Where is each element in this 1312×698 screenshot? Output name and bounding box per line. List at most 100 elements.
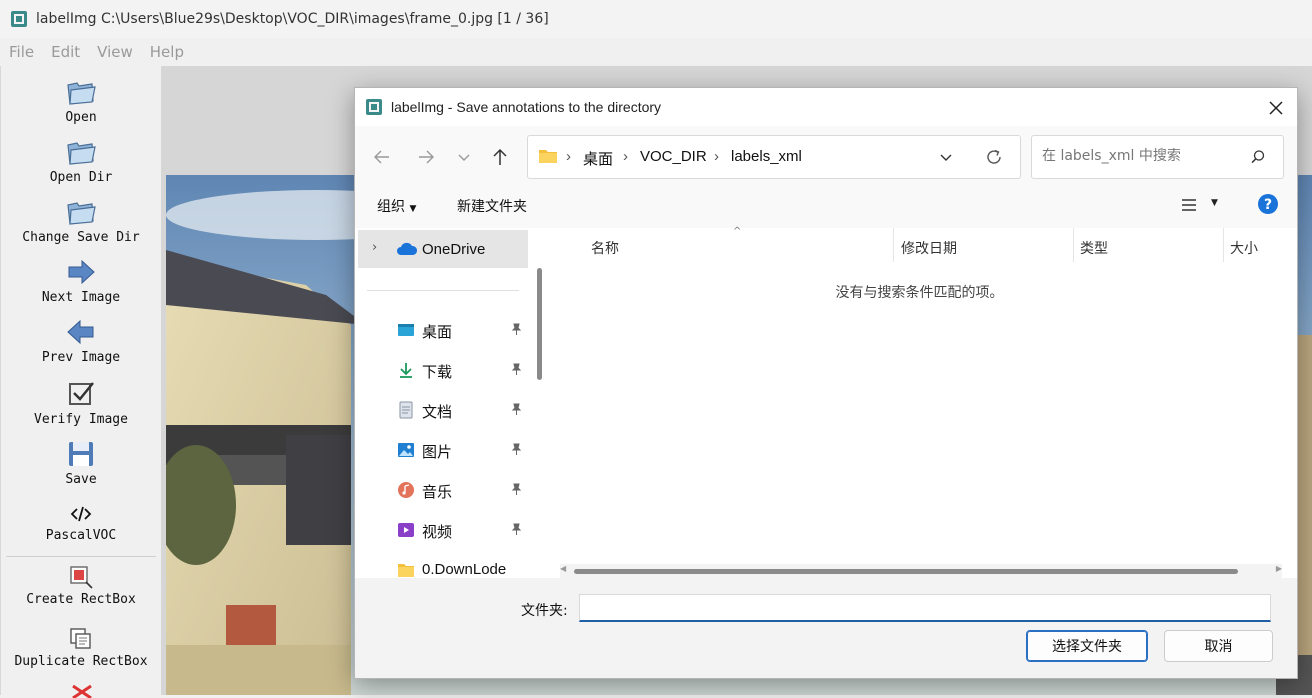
checkbox-icon [69, 382, 94, 405]
expand-chevron-icon[interactable]: › [372, 240, 377, 255]
pin-icon[interactable] [510, 403, 523, 416]
folder-open-icon [67, 202, 96, 225]
dialog-command-bar: 组织 ▼ 新建文件夹 ▼ ? [355, 182, 1297, 228]
pin-icon[interactable] [510, 443, 523, 456]
menu-edit[interactable]: Edit [51, 43, 80, 61]
folder-label: 文件夹: [521, 603, 568, 619]
dialog-footer: 文件夹: 选择文件夹 取消 [355, 578, 1297, 678]
nav-item-label: 下载 [422, 364, 453, 381]
help-icon[interactable]: ? [1257, 193, 1279, 215]
organize-menu[interactable]: 组织 ▼ [377, 196, 416, 216]
next-image-button[interactable]: Next Image [1, 256, 161, 305]
select-folder-button[interactable]: 选择文件夹 [1026, 630, 1148, 662]
nav-item-label: 文档 [422, 404, 453, 421]
breadcrumb-separator-icon: › [714, 148, 719, 165]
breadcrumb-labels-xml[interactable]: labels_xml [731, 148, 802, 165]
folder-name-input[interactable] [579, 594, 1271, 622]
dialog-title: labelImg - Save annotations to the direc… [391, 99, 662, 115]
search-box[interactable] [1031, 135, 1284, 179]
scroll-left-icon[interactable]: ◀ [560, 564, 566, 573]
svg-text:?: ? [1264, 197, 1272, 213]
next-image-label: Next Image [41, 290, 121, 305]
navigation-pane: › OneDrive 桌面 下载 文档 图片 音乐 视频 0.DownLode [355, 228, 550, 578]
nav-item-label: 图片 [422, 444, 453, 461]
prev-image-button[interactable]: Prev Image [1, 316, 161, 365]
view-options-chevron-icon[interactable]: ▼ [1211, 198, 1218, 208]
forward-arrow-icon[interactable] [415, 146, 437, 168]
save-label: Save [65, 472, 97, 487]
change-save-dir-label: Change Save Dir [22, 230, 140, 245]
cancel-button[interactable]: 取消 [1164, 630, 1273, 662]
nav-item-desktop[interactable]: 桌面 [355, 310, 530, 350]
scrollbar-thumb[interactable] [574, 569, 1238, 574]
nav-item-documents[interactable]: 文档 [355, 390, 530, 430]
nav-item-videos[interactable]: 视频 [355, 510, 530, 550]
prev-image-label: Prev Image [41, 350, 121, 365]
new-folder-button[interactable]: 新建文件夹 [457, 196, 527, 216]
pin-icon[interactable] [510, 523, 523, 536]
duplicate-icon [70, 628, 91, 649]
nav-pane-scrollbar[interactable] [537, 268, 542, 380]
nav-item-label: OneDrive [422, 241, 486, 258]
save-button[interactable]: Save [1, 438, 161, 487]
view-list-icon[interactable] [1181, 198, 1197, 212]
up-arrow-icon[interactable] [489, 146, 511, 168]
search-icon[interactable] [1250, 149, 1266, 165]
nav-item-label: 视频 [422, 524, 453, 541]
nav-item-pictures[interactable]: 图片 [355, 430, 530, 470]
close-icon[interactable] [1265, 97, 1287, 119]
nav-item-downlode-folder[interactable]: 0.DownLode [355, 550, 530, 578]
menu-help[interactable]: Help [150, 43, 184, 61]
refresh-icon[interactable] [984, 147, 1004, 167]
column-header-type[interactable]: 类型 [1080, 238, 1108, 258]
column-separator[interactable] [1223, 228, 1224, 262]
pin-icon[interactable] [510, 323, 523, 336]
address-dropdown-chevron-icon[interactable] [938, 149, 954, 165]
create-rectbox-button[interactable]: Create RectBox [1, 564, 161, 607]
breadcrumb-voc-dir[interactable]: VOC_DIR [640, 148, 707, 165]
recent-locations-chevron-icon[interactable] [453, 146, 475, 168]
dialog-navigation-bar: › 桌面 › VOC_DIR › labels_xml [355, 126, 1297, 182]
verify-image-label: Verify Image [34, 412, 128, 427]
nav-item-music[interactable]: 音乐 [355, 470, 530, 510]
scroll-right-icon[interactable]: ▶ [1276, 564, 1282, 573]
menubar: File Edit View Help [0, 38, 1312, 66]
download-icon [400, 363, 412, 378]
menu-view[interactable]: View [97, 43, 133, 61]
column-header-name[interactable]: 名称 [591, 238, 619, 258]
address-bar[interactable]: › 桌面 › VOC_DIR › labels_xml [527, 135, 1021, 179]
column-header-modified[interactable]: 修改日期 [901, 238, 957, 258]
create-rectbox-label: Create RectBox [26, 592, 136, 607]
delete-rectbox-icon[interactable] [69, 684, 95, 698]
back-arrow-icon[interactable] [371, 146, 393, 168]
nav-item-label: 桌面 [422, 324, 453, 341]
column-header-size[interactable]: 大小 [1230, 238, 1258, 258]
file-list-horizontal-scrollbar[interactable]: ◀ ▶ [560, 564, 1282, 578]
organize-label: 组织 [377, 199, 405, 215]
change-save-dir-button[interactable]: Change Save Dir [1, 196, 161, 245]
pin-icon[interactable] [510, 363, 523, 376]
verify-image-button[interactable]: Verify Image [1, 378, 161, 427]
labelimg-app-icon [366, 99, 382, 115]
pin-icon[interactable] [510, 483, 523, 496]
format-toggle-button[interactable]: PascalVOC [1, 502, 161, 543]
open-button[interactable]: Open [1, 76, 161, 125]
column-separator[interactable] [893, 228, 894, 262]
column-separator[interactable] [1073, 228, 1074, 262]
folder-open-icon [67, 82, 96, 105]
nav-item-downloads[interactable]: 下载 [355, 350, 530, 390]
breadcrumb-desktop[interactable]: 桌面 [583, 148, 613, 169]
file-list-pane: ^ 名称 修改日期 类型 大小 没有与搜索条件匹配的项。 ◀ ▶ [552, 226, 1297, 578]
labelimg-app-icon [11, 11, 27, 27]
duplicate-rectbox-button[interactable]: Duplicate RectBox [1, 626, 161, 669]
search-input[interactable] [1040, 147, 1244, 165]
folder-icon [398, 564, 414, 577]
save-directory-dialog: labelImg - Save annotations to the direc… [354, 87, 1298, 679]
open-dir-label: Open Dir [49, 170, 113, 185]
nav-item-onedrive[interactable]: › OneDrive [358, 230, 528, 268]
nav-item-label: 音乐 [422, 484, 453, 501]
folder-open-icon [67, 142, 96, 165]
menu-file[interactable]: File [9, 43, 34, 61]
open-dir-button[interactable]: Open Dir [1, 136, 161, 185]
folder-icon [539, 150, 557, 163]
